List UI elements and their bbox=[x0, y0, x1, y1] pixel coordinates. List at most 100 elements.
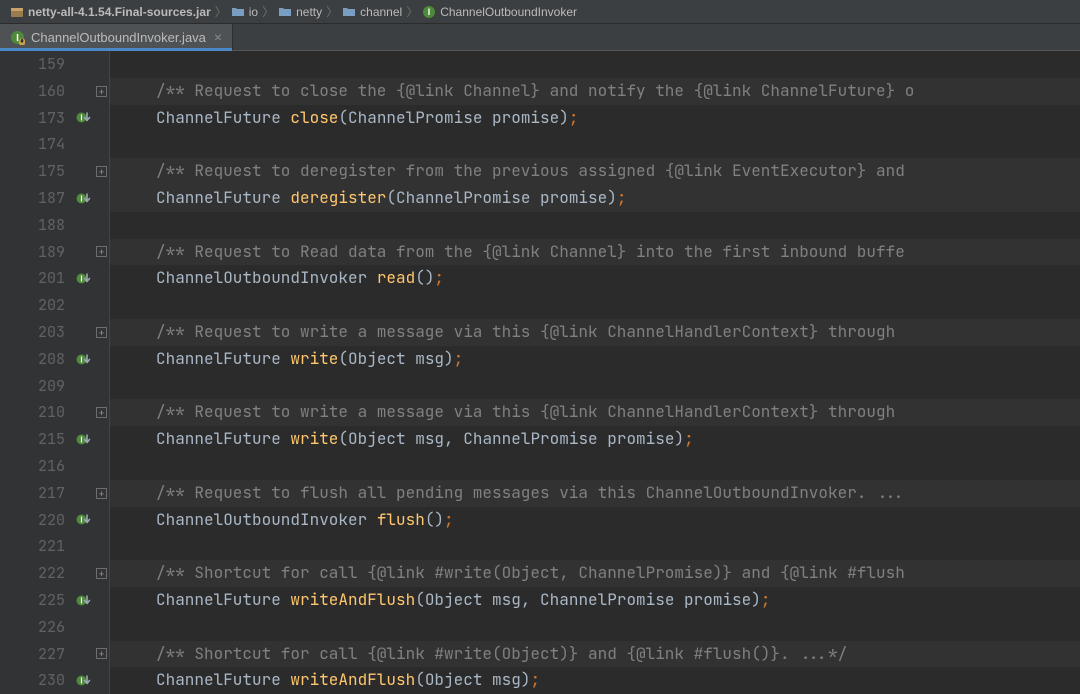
fold-expand-icon[interactable]: + bbox=[96, 488, 107, 499]
code-line[interactable]: /** Request to flush all pending message… bbox=[110, 480, 1080, 507]
line-number: 226 bbox=[38, 614, 65, 641]
code-line[interactable]: ChannelOutboundInvoker read(); bbox=[110, 265, 1080, 292]
line-number: 216 bbox=[38, 453, 65, 480]
code-line[interactable] bbox=[110, 292, 1080, 319]
has-implementations-icon[interactable]: I bbox=[76, 432, 91, 447]
code-line[interactable]: ChannelFuture writeAndFlush(Object msg); bbox=[110, 667, 1080, 694]
svg-text:I: I bbox=[80, 114, 82, 123]
breadcrumb-jar[interactable]: netty-all-4.1.54.Final-sources.jar bbox=[6, 5, 215, 19]
code-line[interactable]: /** Request to write a message via this … bbox=[110, 319, 1080, 346]
fold-expand-icon[interactable]: + bbox=[96, 166, 107, 177]
code-line[interactable] bbox=[110, 533, 1080, 560]
breadcrumb: netty-all-4.1.54.Final-sources.jar 〉 io … bbox=[0, 0, 1080, 24]
interface-icon: I bbox=[10, 30, 25, 45]
breadcrumb-pkg-channel[interactable]: channel bbox=[338, 5, 406, 19]
code-line[interactable] bbox=[110, 453, 1080, 480]
code-line[interactable]: /** Request to deregister from the previ… bbox=[110, 158, 1080, 185]
breadcrumb-channel-label: channel bbox=[360, 5, 402, 19]
has-implementations-icon[interactable]: I bbox=[76, 673, 91, 688]
breadcrumb-class-label: ChannelOutboundInvoker bbox=[440, 5, 577, 19]
breadcrumb-jar-label: netty-all-4.1.54.Final-sources.jar bbox=[28, 5, 211, 19]
svg-text:I: I bbox=[80, 516, 82, 525]
code-line[interactable]: /** Request to Read data from the {@link… bbox=[110, 239, 1080, 266]
code-line[interactable]: ChannelFuture write(Object msg, ChannelP… bbox=[110, 426, 1080, 453]
close-icon[interactable]: × bbox=[214, 30, 222, 44]
fold-expand-icon[interactable]: + bbox=[96, 246, 107, 257]
has-implementations-icon[interactable]: I bbox=[76, 110, 91, 125]
line-number: 217 bbox=[38, 480, 65, 507]
line-number: 187 bbox=[38, 185, 65, 212]
has-implementations-icon[interactable]: I bbox=[76, 271, 91, 286]
line-number: 215 bbox=[38, 426, 65, 453]
breadcrumb-io-label: io bbox=[249, 5, 258, 19]
svg-text:I: I bbox=[80, 677, 82, 686]
code-line[interactable]: ChannelFuture writeAndFlush(Object msg, … bbox=[110, 587, 1080, 614]
line-number: 159 bbox=[38, 51, 65, 78]
has-implementations-icon[interactable]: I bbox=[76, 512, 91, 527]
fold-expand-icon[interactable]: + bbox=[96, 648, 107, 659]
line-number: 230 bbox=[38, 667, 65, 694]
line-number: 221 bbox=[38, 533, 65, 560]
line-number: 173 bbox=[38, 105, 65, 132]
editor-tab-label: ChannelOutboundInvoker.java bbox=[31, 30, 206, 45]
svg-text:I: I bbox=[428, 7, 431, 17]
breadcrumb-sep: 〉 bbox=[215, 3, 227, 20]
line-number: 188 bbox=[38, 212, 65, 239]
code-line[interactable]: /** Request to close the {@link Channel}… bbox=[110, 78, 1080, 105]
line-number: 225 bbox=[38, 587, 65, 614]
breadcrumb-sep: 〉 bbox=[326, 3, 338, 20]
line-number: 202 bbox=[38, 292, 65, 319]
svg-text:I: I bbox=[80, 355, 82, 364]
code-area[interactable]: /** Request to close the {@link Channel}… bbox=[110, 51, 1080, 694]
breadcrumb-netty-label: netty bbox=[296, 5, 322, 19]
gutter-icon-column: I I I I I I I I bbox=[76, 51, 91, 694]
code-line[interactable] bbox=[110, 131, 1080, 158]
code-line[interactable]: /** Shortcut for call {@link #write(Obje… bbox=[110, 560, 1080, 587]
code-line[interactable]: ChannelFuture write(Object msg); bbox=[110, 346, 1080, 373]
breadcrumb-sep: 〉 bbox=[406, 3, 418, 20]
jar-icon bbox=[10, 5, 24, 19]
code-line[interactable] bbox=[110, 212, 1080, 239]
svg-text:I: I bbox=[80, 275, 82, 284]
line-number: 189 bbox=[38, 239, 65, 266]
svg-text:I: I bbox=[80, 436, 82, 445]
line-number: 209 bbox=[38, 373, 65, 400]
editor-tabbar: I ChannelOutboundInvoker.java × bbox=[0, 24, 1080, 51]
editor-tab[interactable]: I ChannelOutboundInvoker.java × bbox=[0, 24, 233, 50]
breadcrumb-class[interactable]: I ChannelOutboundInvoker bbox=[418, 5, 581, 19]
has-implementations-icon[interactable]: I bbox=[76, 352, 91, 367]
breadcrumb-pkg-io[interactable]: io bbox=[227, 5, 262, 19]
svg-text:I: I bbox=[80, 194, 82, 203]
folder-icon bbox=[231, 6, 245, 18]
line-number: 220 bbox=[38, 507, 65, 534]
code-line[interactable]: /** Shortcut for call {@link #write(Obje… bbox=[110, 641, 1080, 668]
code-line[interactable] bbox=[110, 51, 1080, 78]
code-line[interactable]: ChannelFuture deregister(ChannelPromise … bbox=[110, 185, 1080, 212]
fold-expand-icon[interactable]: + bbox=[96, 327, 107, 338]
line-number: 210 bbox=[38, 399, 65, 426]
line-number-column: 1591601731741751871881892012022032082092… bbox=[38, 51, 65, 694]
has-implementations-icon[interactable]: I bbox=[76, 593, 91, 608]
code-editor[interactable]: 1591601731741751871881892012022032082092… bbox=[0, 51, 1080, 694]
fold-column: + + + + + + + + bbox=[96, 51, 107, 694]
folder-icon bbox=[278, 6, 292, 18]
code-line[interactable]: ChannelOutboundInvoker flush(); bbox=[110, 507, 1080, 534]
interface-icon: I bbox=[422, 5, 436, 19]
fold-expand-icon[interactable]: + bbox=[96, 407, 107, 418]
fold-expand-icon[interactable]: + bbox=[96, 86, 107, 97]
line-number: 201 bbox=[38, 265, 65, 292]
line-number: 227 bbox=[38, 641, 65, 668]
has-implementations-icon[interactable]: I bbox=[76, 191, 91, 206]
line-number: 160 bbox=[38, 78, 65, 105]
breadcrumb-sep: 〉 bbox=[262, 3, 274, 20]
folder-icon bbox=[342, 6, 356, 18]
code-line[interactable]: /** Request to write a message via this … bbox=[110, 399, 1080, 426]
line-number: 208 bbox=[38, 346, 65, 373]
code-line[interactable] bbox=[110, 614, 1080, 641]
line-number: 222 bbox=[38, 560, 65, 587]
breadcrumb-pkg-netty[interactable]: netty bbox=[274, 5, 326, 19]
svg-text:I: I bbox=[80, 596, 82, 605]
code-line[interactable]: ChannelFuture close(ChannelPromise promi… bbox=[110, 105, 1080, 132]
fold-expand-icon[interactable]: + bbox=[96, 568, 107, 579]
code-line[interactable] bbox=[110, 373, 1080, 400]
